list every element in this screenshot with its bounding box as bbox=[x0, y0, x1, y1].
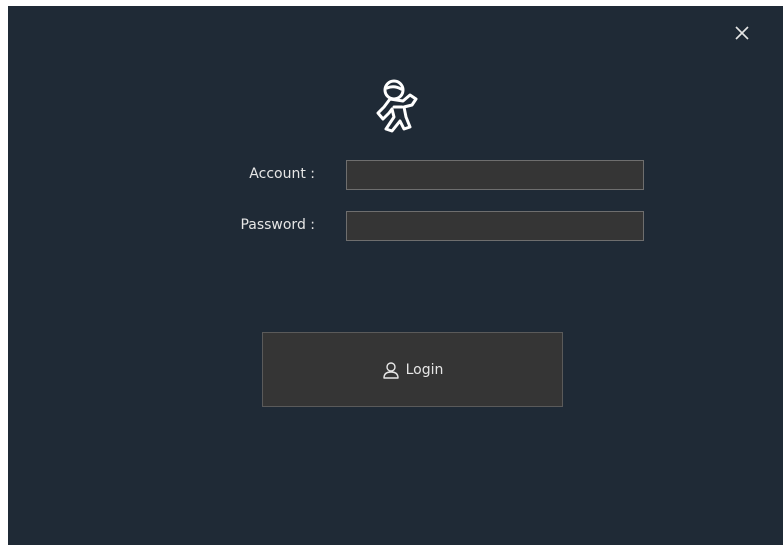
account-label: Account : bbox=[249, 166, 315, 182]
password-input[interactable] bbox=[346, 211, 644, 241]
login-button[interactable]: Login bbox=[262, 332, 563, 407]
password-label: Password : bbox=[240, 217, 315, 233]
close-button[interactable] bbox=[730, 21, 754, 45]
account-input[interactable] bbox=[346, 160, 644, 190]
user-icon bbox=[382, 361, 400, 379]
close-icon bbox=[735, 26, 749, 40]
login-button-label: Login bbox=[405, 361, 444, 378]
login-dialog: Account : Password : Login bbox=[8, 6, 783, 545]
astronaut-logo-icon bbox=[372, 77, 422, 133]
